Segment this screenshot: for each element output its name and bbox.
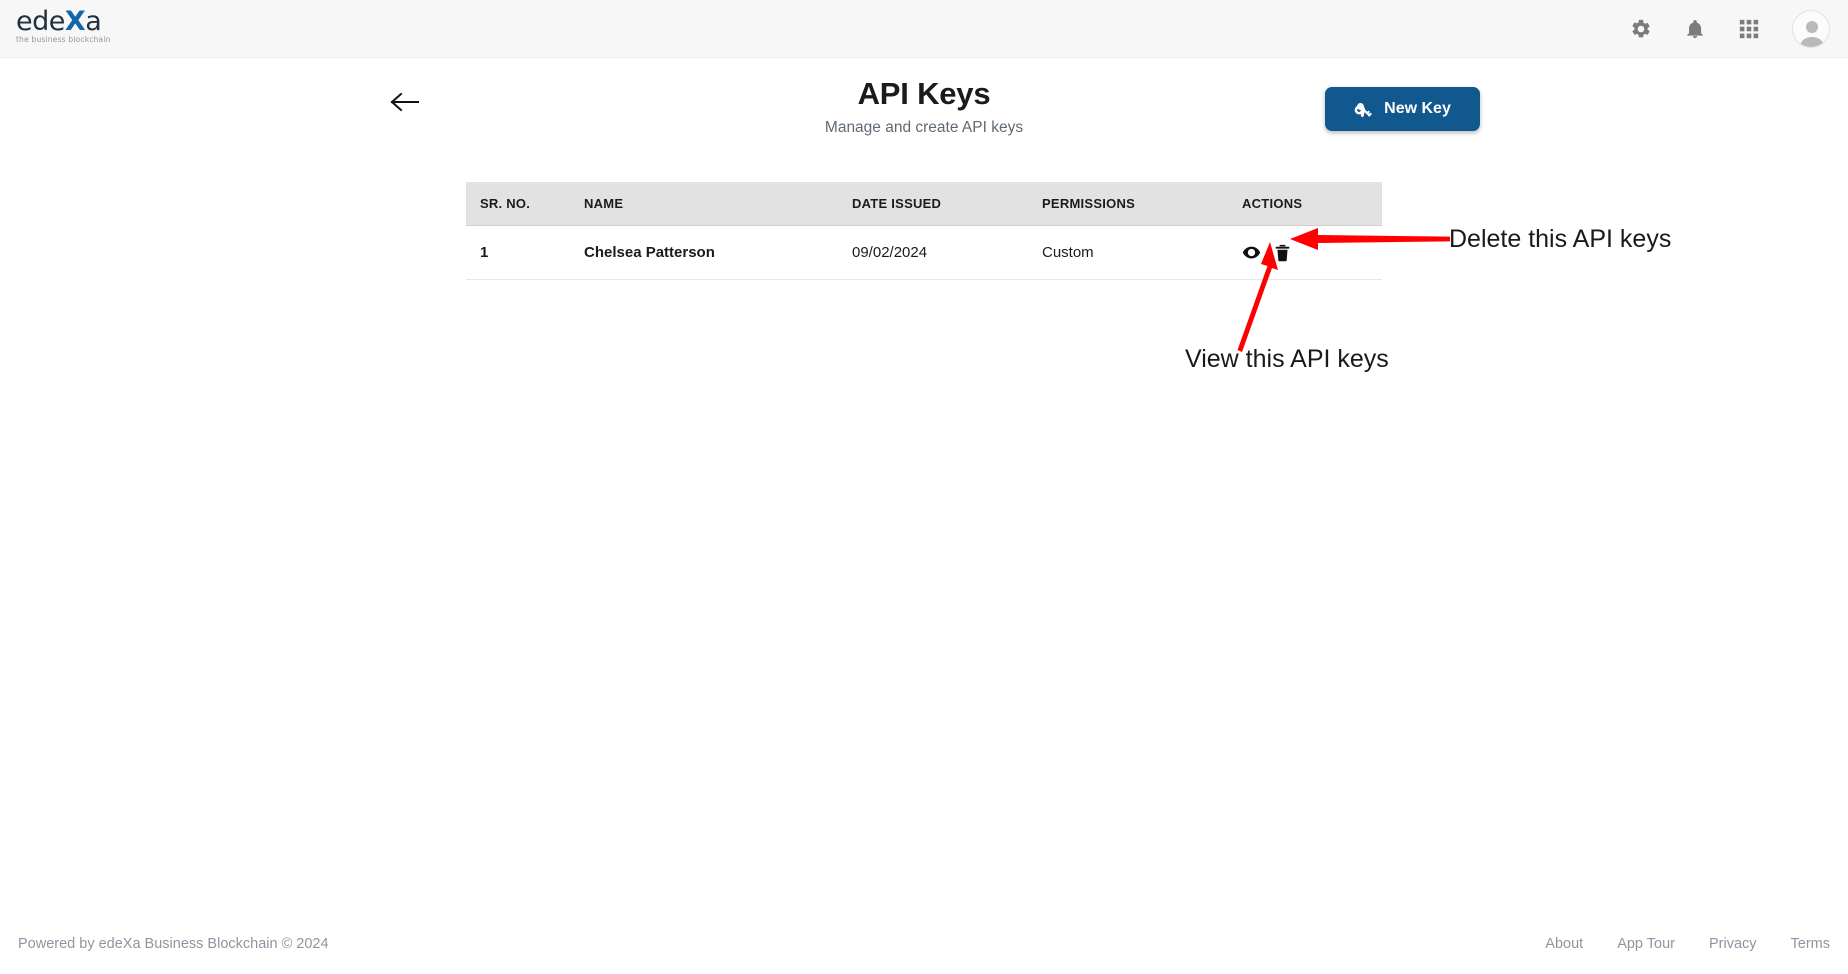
logo-text-before: ede [16,6,65,37]
footer-link-app-tour[interactable]: App Tour [1617,936,1675,952]
column-header-name: NAME [584,182,852,226]
new-key-button[interactable]: New Key [1325,87,1480,131]
footer-link-privacy[interactable]: Privacy [1709,936,1757,952]
top-header-actions [1630,0,1830,58]
gear-icon[interactable] [1630,18,1652,40]
cell-name: Chelsea Patterson [584,225,852,280]
footer-links: About App Tour Privacy Terms [1545,936,1830,952]
table-header: SR. NO. NAME DATE ISSUED PERMISSIONS ACT… [466,182,1382,226]
column-header-actions: ACTIONS [1242,182,1382,226]
column-header-permissions: PERMISSIONS [1042,182,1242,226]
table-header-row: SR. NO. NAME DATE ISSUED PERMISSIONS ACT… [466,182,1382,226]
grid-icon[interactable] [1738,18,1760,40]
top-header-bar: edeXa the business blockchain [0,0,1848,58]
logo-text-x: X [64,6,86,37]
column-header-date-issued: DATE ISSUED [852,182,1042,226]
logo-text-after: a [85,6,102,37]
logo-tagline: the business blockchain [16,35,111,44]
key-icon [1354,100,1373,119]
page-footer: Powered by edeXa Business Blockchain © 2… [0,922,1848,974]
page-title: API Keys [857,76,991,111]
view-annotation-text: View this API keys [1185,345,1389,373]
cell-permissions: Custom [1042,225,1242,280]
footer-link-about[interactable]: About [1545,936,1583,952]
delete-annotation-text: Delete this API keys [1449,225,1672,253]
footer-copyright: Powered by edeXa Business Blockchain © 2… [18,936,329,952]
cell-date-issued: 09/02/2024 [852,225,1042,280]
page-subtitle: Manage and create API keys [824,119,1024,136]
logo-wordmark: edeXa [16,8,124,36]
bell-icon[interactable] [1684,18,1706,40]
cell-sr-no: 1 [466,225,584,280]
footer-link-terms[interactable]: Terms [1791,936,1830,952]
view-annotation-arrow [1237,242,1278,352]
column-header-sr-no: SR. NO. [466,182,584,226]
delete-annotation-arrow [1290,228,1450,250]
new-key-button-label: New Key [1384,100,1451,117]
user-avatar[interactable] [1792,10,1830,48]
edexa-logo[interactable]: edeXa the business blockchain [16,8,124,50]
